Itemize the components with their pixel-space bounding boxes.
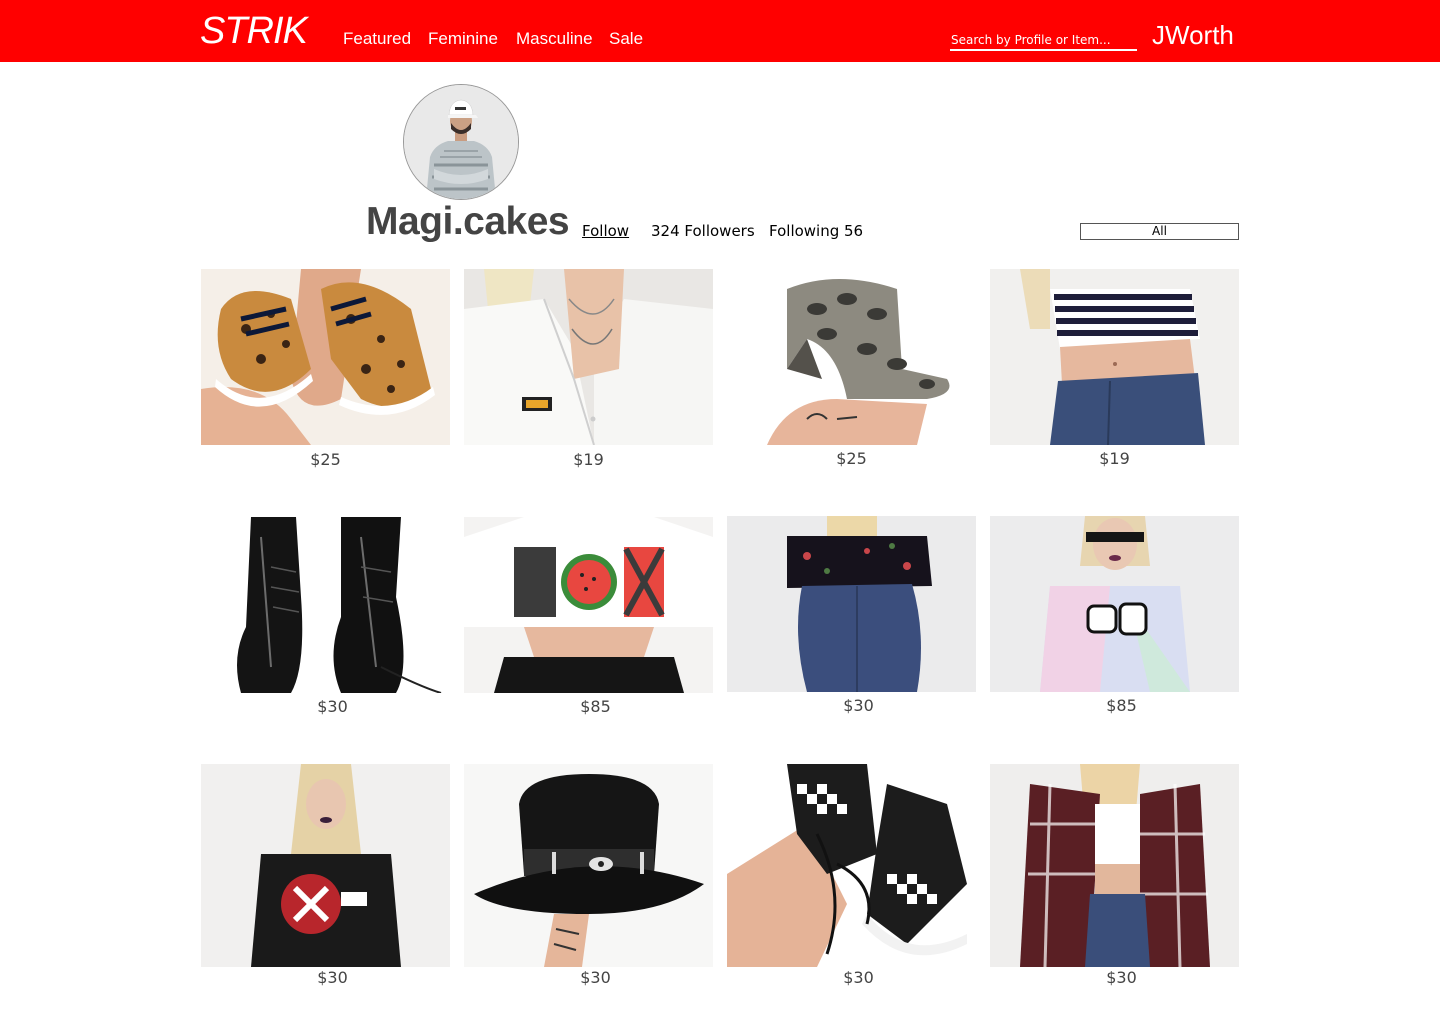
item-price: $30 xyxy=(843,968,874,987)
search-input[interactable] xyxy=(950,31,1137,51)
item-price: $25 xyxy=(836,449,867,468)
category-filter-select[interactable]: All xyxy=(1080,223,1239,240)
profile-avatar xyxy=(403,84,519,200)
item-card[interactable]: $85 xyxy=(464,517,713,716)
logo[interactable]: STRIK xyxy=(200,10,308,53)
item-photo xyxy=(990,516,1239,692)
item-card[interactable]: $30 xyxy=(201,764,450,987)
item-photo xyxy=(464,269,713,445)
user-account-link[interactable]: JWorth xyxy=(1152,20,1234,51)
item-price: $30 xyxy=(843,696,874,715)
item-photo xyxy=(727,764,976,967)
item-card[interactable]: $19 xyxy=(990,269,1239,468)
item-price: $19 xyxy=(1099,449,1130,468)
item-photo xyxy=(464,764,713,967)
item-price: $85 xyxy=(1106,696,1137,715)
item-photo xyxy=(464,517,713,693)
item-card[interactable]: $19 xyxy=(464,269,713,469)
item-card[interactable]: $25 xyxy=(727,269,976,468)
item-card[interactable]: $30 xyxy=(464,764,713,987)
item-price: $19 xyxy=(573,450,604,469)
item-photo xyxy=(727,269,976,445)
item-card[interactable]: $30 xyxy=(727,764,976,987)
item-card[interactable]: $30 xyxy=(201,517,450,716)
item-price: $30 xyxy=(317,697,348,716)
item-card[interactable]: $30 xyxy=(727,516,976,715)
nav-sale[interactable]: Sale xyxy=(609,29,643,49)
nav-feminine[interactable]: Feminine xyxy=(428,29,498,49)
item-price: $25 xyxy=(310,450,341,469)
item-photo xyxy=(727,516,976,692)
item-price: $85 xyxy=(580,697,611,716)
profile-username: Magi.cakes xyxy=(366,200,570,243)
nav-masculine[interactable]: Masculine xyxy=(516,29,593,49)
nav-featured[interactable]: Featured xyxy=(343,29,411,49)
item-photo xyxy=(990,269,1239,445)
top-bar: STRIK Featured Feminine Masculine Sale J… xyxy=(0,0,1440,62)
item-card[interactable]: $30 xyxy=(990,764,1239,987)
follow-button[interactable]: Follow xyxy=(582,222,629,240)
item-photo xyxy=(201,269,450,445)
followers-count[interactable]: 324 Followers xyxy=(651,222,755,240)
item-price: $30 xyxy=(580,968,611,987)
item-photo xyxy=(990,764,1239,967)
item-card[interactable]: $85 xyxy=(990,516,1239,715)
item-photo xyxy=(201,517,450,693)
item-photo xyxy=(201,764,450,967)
item-card[interactable]: $25 xyxy=(201,269,450,469)
item-price: $30 xyxy=(317,968,348,987)
following-count[interactable]: Following 56 xyxy=(769,222,863,240)
item-price: $30 xyxy=(1106,968,1137,987)
